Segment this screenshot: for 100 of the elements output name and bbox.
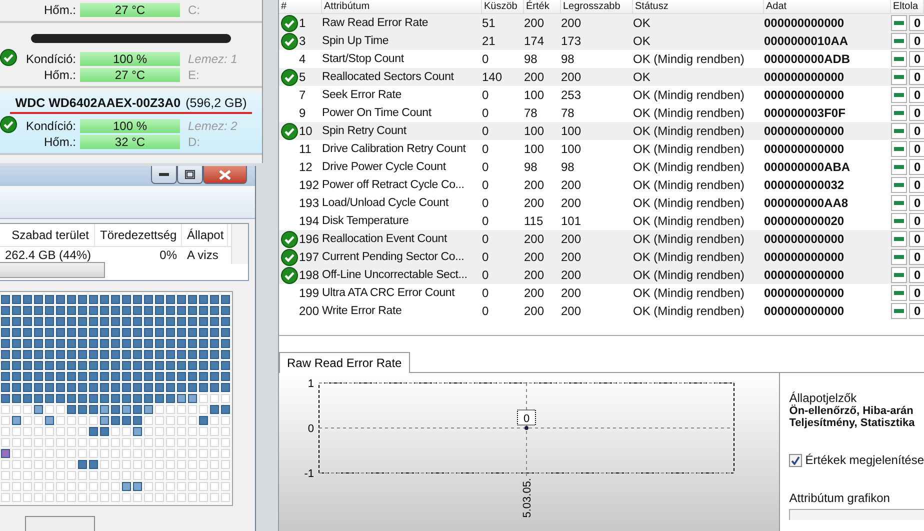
offset-value: 0 (909, 105, 924, 121)
drive-letter: C: (187, 3, 201, 17)
minimize-button[interactable] (151, 166, 177, 184)
table-cell: OK (Mindig rendben) (633, 178, 744, 192)
column-header[interactable]: Érték (524, 0, 561, 13)
minus-icon (891, 177, 907, 193)
maximize-button[interactable] (177, 166, 203, 184)
toolbar-button[interactable] (25, 516, 95, 531)
show-values-checkbox[interactable]: Értékek megjelenítése (789, 453, 924, 467)
scrollbar-thumb[interactable] (0, 262, 105, 278)
column-header[interactable]: Legrosszabb (561, 0, 633, 13)
metric-bar: 32 °C (80, 135, 180, 149)
offset-value: 0 (909, 285, 924, 301)
offset-value: 0 (909, 303, 924, 319)
offset-value: 0 (909, 33, 924, 49)
offset-value: 0 (909, 213, 924, 229)
table-cell: 78 (524, 106, 538, 120)
column-header[interactable]: Adat (764, 0, 891, 13)
table-cell: Seek Error Rate (322, 89, 402, 101)
table-cell: 115 (524, 214, 544, 228)
metric-label: Kondíció: (24, 119, 77, 133)
disk-card[interactable]: Hőm.: 27 °C C: (0, 0, 262, 23)
graph-label: Attribútum grafikon (789, 491, 891, 505)
table-cell: 101 (561, 214, 582, 228)
table-cell: 173 (561, 34, 582, 48)
table-row[interactable]: 196 Reallocation Event Count 0 200 200 OK (Mindig rendben) 000000000000 0 (279, 230, 924, 248)
column-header[interactable]: # (279, 0, 322, 13)
table-cell: Power off Retract Cycle Co... (322, 179, 464, 191)
table-row[interactable]: 3 Spin Up Time 21 174 173 OK 0000000010AA 0 (279, 32, 924, 50)
table-cell: 0 (482, 142, 489, 156)
table-cell-text: 10 (299, 124, 314, 138)
y-tick-label: 1 (308, 378, 314, 390)
table-cell: Spin Retry Count (322, 125, 406, 137)
disk-card[interactable]: WDC WD6402AAEX-00Z3A0 (596,2 GB) Kondíció: 100 % Lemez: 2 Hőm.: 32 °C D: (0, 92, 262, 155)
column-header[interactable]: Töredezettség (95, 224, 182, 246)
table-cell: 200 (524, 286, 544, 300)
metric-bar: 100 % (80, 52, 180, 66)
table-cell-text: 193 (298, 196, 320, 210)
column-header[interactable]: Státusz (633, 0, 764, 13)
minus-icon (891, 195, 907, 211)
column-header[interactable]: Állapot (182, 224, 228, 246)
minus-icon (891, 69, 907, 85)
column-header[interactable]: Attribútum (322, 0, 482, 13)
table-cell: 000000000ABA (764, 160, 850, 174)
column-header[interactable]: Eltola (891, 0, 924, 13)
table-row[interactable]: 1 Raw Read Error Rate 51 200 200 OK 000000000000 0 (279, 14, 924, 32)
table-cell: Drive Calibration Retry Count (322, 143, 466, 155)
table-cell-text: 192 (298, 178, 320, 192)
table-cell: 98 (524, 52, 538, 66)
disk-number: Lemez: 1 (187, 52, 238, 66)
disk-size: (596,2 GB) (186, 96, 247, 110)
flags-text: Ön-ellenőrző, Hiba-arán (789, 405, 914, 417)
column-header[interactable]: Küszöb (482, 0, 524, 13)
table-cell: 51 (482, 16, 496, 30)
tab[interactable]: Raw Read Error Rate (279, 352, 410, 373)
table-cell-text: 12 (298, 160, 314, 174)
offset-value: 0 (909, 69, 924, 85)
table-row[interactable]: 197 Current Pending Sector Co... 0 200 200 OK (Mindig rendben) 000000000000 0 (279, 248, 924, 266)
table-cell-text: 9 (298, 106, 307, 120)
table-cell: 200 (561, 16, 582, 30)
minus-icon (891, 51, 907, 67)
table-cell-text: 262.4 GB (44%) (4, 247, 92, 263)
table-cell: 000000003F0F (764, 106, 846, 120)
table-cell: 0 (482, 52, 489, 66)
table-cell: 000000000000 (764, 268, 844, 282)
table-cell: 174 (524, 34, 544, 48)
table-cell: 200 (561, 286, 582, 300)
table-cell: 200 (561, 304, 582, 318)
table-row[interactable]: 10 Spin Retry Count 0 100 100 OK (Mindig rendben) 000000000000 0 (279, 122, 924, 140)
table-cell: Off-Line Uncorrectable Sect... (322, 269, 468, 281)
offset-value: 0 (909, 159, 924, 175)
table-row[interactable]: 198 Off-Line Uncorrectable Sect... 0 200 200 OK (Mindig rendben) 000000000000 0 (279, 266, 924, 284)
table-cell: Load/Unload Cycle Count (322, 197, 448, 209)
check-icon (281, 14, 298, 32)
check-icon (281, 122, 298, 140)
metric-label: Hőm.: (42, 3, 77, 17)
graph-dropdown[interactable] (789, 509, 924, 520)
table-cell: 200 (524, 250, 544, 264)
checkmark-icon (791, 456, 800, 464)
offset-value: 0 (909, 87, 924, 103)
table-cell: 000000000000 (764, 16, 844, 30)
table-cell: Drive Power Cycle Count (322, 161, 446, 173)
table-cell: 200 (561, 250, 582, 264)
minus-icon (891, 303, 907, 319)
drive-letter: E: (187, 68, 200, 82)
table-cell: OK (Mindig rendben) (633, 214, 744, 228)
table-row[interactable]: 5 Reallocated Sectors Count 140 200 200 OK 000000000000 0 (279, 68, 924, 86)
table-cell: 000000000000 (764, 142, 844, 156)
y-tick: -1 (304, 468, 734, 480)
minus-icon (891, 285, 907, 301)
table-cell: OK (Mindig rendben) (633, 106, 744, 120)
drive-letter: D: (187, 135, 201, 149)
table-cell: 200 (561, 268, 582, 282)
table-cell: 000000000000 (764, 250, 844, 264)
column-header[interactable]: Szabad terület (0, 224, 95, 246)
table-cell-text: 4 (298, 52, 307, 66)
minus-icon (891, 159, 907, 175)
close-button[interactable] (203, 166, 247, 184)
table-cell-text: 7 (298, 88, 307, 102)
scrollbar[interactable] (231, 224, 248, 264)
